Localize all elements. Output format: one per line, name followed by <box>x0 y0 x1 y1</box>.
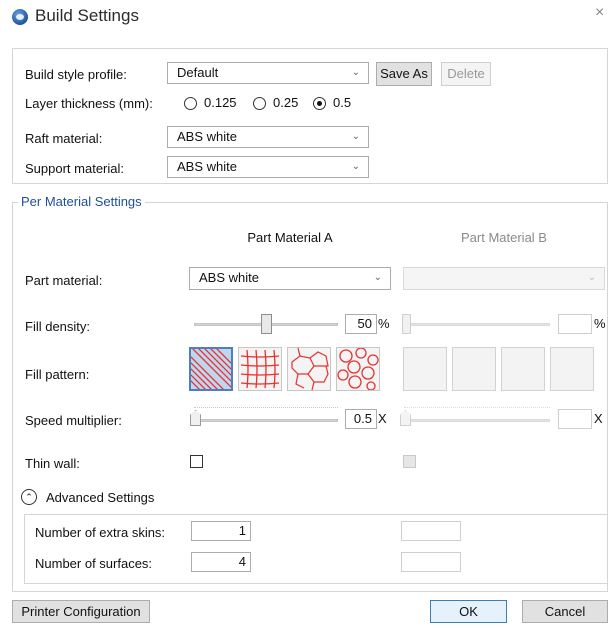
extra-skins-a-input[interactable]: 1 <box>191 521 251 541</box>
surfaces-b-input[interactable] <box>401 552 461 572</box>
fill-density-b-thumb[interactable] <box>402 314 411 334</box>
close-icon[interactable]: × <box>595 5 604 21</box>
fill-pattern-b-tile-2[interactable] <box>452 347 496 391</box>
delete-button[interactable]: Delete <box>441 62 491 86</box>
printer-configuration-button[interactable]: Printer Configuration <box>12 600 150 623</box>
fill-density-a-thumb[interactable] <box>260 314 272 334</box>
save-as-button[interactable]: Save As <box>376 62 432 86</box>
speed-multiplier-b-unit: X <box>594 411 603 426</box>
extra-skins-b-input[interactable] <box>401 521 461 541</box>
build-style-profile-label: Build style profile: <box>25 67 127 82</box>
speed-multiplier-b-ticks <box>404 407 550 408</box>
part-material-label: Part material: <box>25 273 103 288</box>
fill-pattern-circles-tile[interactable] <box>336 347 380 391</box>
window-title: Build Settings <box>35 6 139 25</box>
raft-material-label: Raft material: <box>25 131 103 146</box>
part-material-a-heading: Part Material A <box>247 230 333 245</box>
speed-multiplier-label: Speed multiplier: <box>25 413 122 428</box>
layer-thickness-05-label: 0.5 <box>333 95 352 110</box>
raft-material-select[interactable]: ABS white ⌄ <box>167 126 369 148</box>
per-material-settings-legend: Per Material Settings <box>18 194 145 209</box>
cancel-button[interactable]: Cancel <box>522 600 608 623</box>
build-style-profile-value: Default <box>177 65 219 80</box>
advanced-settings-title[interactable]: Advanced Settings <box>46 490 154 505</box>
part-material-b-heading: Part Material B <box>461 230 547 245</box>
speed-multiplier-a-track[interactable] <box>194 419 338 422</box>
thin-wall-b-checkbox[interactable] <box>403 455 416 468</box>
support-material-value: ABS white <box>177 159 237 174</box>
chevron-down-icon: ⌄ <box>373 272 382 283</box>
fill-density-b-input[interactable] <box>558 314 592 334</box>
chevron-down-icon: ⌄ <box>351 161 360 172</box>
thin-wall-label: Thin wall: <box>25 456 80 471</box>
fill-density-label: Fill density: <box>25 319 91 334</box>
chevron-down-icon: ⌄ <box>587 272 596 283</box>
fill-density-b-unit: % <box>594 316 606 331</box>
app-globe-icon <box>12 9 28 25</box>
circles-pattern-icon <box>337 348 379 390</box>
fill-density-a-unit: % <box>378 316 390 331</box>
layer-thickness-0125-radio[interactable] <box>184 97 197 110</box>
fill-pattern-diagonal-tile[interactable] <box>189 347 233 391</box>
grid-pattern-icon <box>240 349 280 389</box>
speed-multiplier-b-input[interactable] <box>558 409 592 429</box>
speed-multiplier-a-unit: X <box>378 411 387 426</box>
honeycomb-pattern-icon <box>291 348 329 390</box>
surfaces-a-input[interactable]: 4 <box>191 552 251 572</box>
fill-pattern-label: Fill pattern: <box>25 367 90 382</box>
fill-density-b-track[interactable] <box>404 323 550 326</box>
ok-button[interactable]: OK <box>430 600 507 623</box>
fill-pattern-b-tile-4[interactable] <box>550 347 594 391</box>
extra-skins-label: Number of extra skins: <box>35 525 166 540</box>
raft-material-value: ABS white <box>177 129 237 144</box>
speed-multiplier-a-input[interactable]: 0.5 <box>345 409 377 429</box>
fill-pattern-honeycomb-tile[interactable] <box>287 347 331 391</box>
part-material-b-select[interactable]: ⌄ <box>403 267 605 290</box>
fill-pattern-b-tile-3[interactable] <box>501 347 545 391</box>
chevron-down-icon: ⌄ <box>351 67 360 78</box>
support-material-label: Support material: <box>25 161 124 176</box>
layer-thickness-025-radio[interactable] <box>253 97 266 110</box>
fill-density-a-input[interactable]: 50 <box>345 314 377 334</box>
thin-wall-a-checkbox[interactable] <box>190 455 203 468</box>
speed-multiplier-a-ticks <box>194 407 338 408</box>
layer-thickness-label: Layer thickness (mm): <box>25 96 153 111</box>
surfaces-label: Number of surfaces: <box>35 556 153 571</box>
collapse-advanced-icon[interactable]: ⌃ <box>21 489 37 505</box>
layer-thickness-025-label: 0.25 <box>273 95 299 110</box>
diagonal-lines-pattern-icon <box>191 349 231 389</box>
fill-pattern-grid-tile[interactable] <box>238 347 282 391</box>
chevron-down-icon: ⌄ <box>351 131 360 142</box>
support-material-select[interactable]: ABS white ⌄ <box>167 156 369 178</box>
part-material-a-value: ABS white <box>199 270 259 285</box>
layer-thickness-05-radio[interactable] <box>313 97 326 110</box>
part-material-a-select[interactable]: ABS white ⌄ <box>189 267 391 290</box>
fill-pattern-b-tile-1[interactable] <box>403 347 447 391</box>
layer-thickness-0125-label: 0.125 <box>204 95 237 110</box>
speed-multiplier-b-track[interactable] <box>404 419 550 422</box>
build-style-profile-select[interactable]: Default ⌄ <box>167 62 369 84</box>
